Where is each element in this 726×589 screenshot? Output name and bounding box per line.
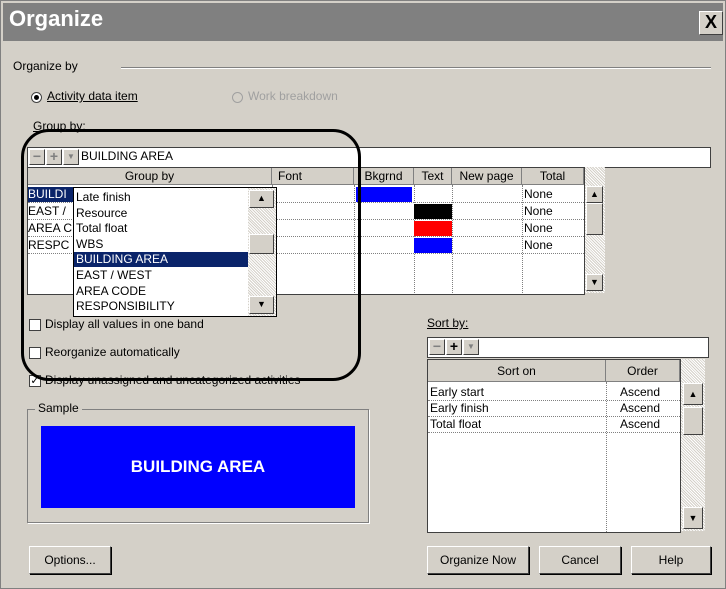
text-header-label: Text [421,169,444,183]
total-cell[interactable]: None [524,187,553,202]
group-grid-scrollbar[interactable]: ▲ ▼ [585,167,605,293]
order-header-label: Order [627,364,658,378]
bkgrnd-header[interactable]: Bkgrnd [354,168,414,185]
activity-data-item-label[interactable]: Activity data item [47,89,138,103]
text-header[interactable]: Text [414,168,452,185]
total-cell[interactable]: None [524,221,553,236]
organize-by-label: Organize by [13,59,78,73]
bkgrnd-header-label: Bkgrnd [364,169,403,183]
total-header[interactable]: Total [522,168,584,185]
organize-dialog: Organize X Organize by Activity data ite… [0,0,726,589]
sort-by-grid: Sort on Order Early start Ascend Early f… [427,359,681,533]
order-cell[interactable]: Ascend [620,417,660,432]
grid-divider [606,382,607,532]
work-breakdown-radio[interactable] [232,92,243,103]
text-color-swatch[interactable] [414,221,452,236]
organize-by-divider [121,67,711,69]
close-button[interactable]: X [699,11,723,35]
sort-on-header[interactable]: Sort on [428,360,606,382]
sort-on-header-label: Sort on [497,364,536,378]
total-cell[interactable]: None [524,238,553,253]
organize-now-label: Organize Now [439,553,517,567]
sort-on-cell[interactable]: Early start [430,385,484,400]
close-icon: X [704,12,717,32]
order-cell[interactable]: Ascend [620,385,660,400]
cancel-button[interactable]: Cancel [539,546,621,574]
scroll-down-icon[interactable]: ▼ [586,274,603,291]
help-button[interactable]: Help [631,546,711,574]
chevron-down-icon[interactable]: ▼ [463,339,479,355]
cancel-label: Cancel [561,553,599,567]
sample-text: BUILDING AREA [130,457,266,476]
sort-by-label: Sort by: [427,316,469,330]
text-color-swatch[interactable] [414,204,452,219]
add-sort-button[interactable]: + [446,339,462,355]
scroll-down-icon[interactable]: ▼ [683,507,703,529]
new-page-header[interactable]: New page [452,168,522,185]
remove-sort-button[interactable]: − [429,339,445,355]
work-breakdown-label[interactable]: Work breakdown [248,89,338,103]
sort-on-cell[interactable]: Early finish [430,401,489,416]
sort-on-cell[interactable]: Total float [430,417,481,432]
dialog-title: Organize [9,6,104,31]
scroll-thumb[interactable] [586,203,603,235]
scroll-up-icon[interactable]: ▲ [683,383,703,405]
options-button[interactable]: Options... [29,546,111,574]
sort-grid-scrollbar[interactable]: ▲ ▼ [681,359,705,531]
text-color-swatch[interactable] [414,238,452,253]
options-button-label: Options... [44,553,96,567]
help-label: Help [658,553,684,567]
order-cell[interactable]: Ascend [620,401,660,416]
title-bar[interactable]: Organize X [3,3,723,41]
activity-data-item-radio[interactable] [31,92,42,103]
organize-now-button[interactable]: Organize Now [427,546,529,574]
sample-label: Sample [35,401,82,415]
total-header-label: Total [539,169,566,183]
bkgrnd-swatch[interactable] [356,187,412,202]
order-header[interactable]: Order [606,360,680,382]
total-cell[interactable]: None [524,204,553,219]
highlight-annotation [21,129,361,381]
scroll-thumb[interactable] [683,407,703,435]
scroll-up-icon[interactable]: ▲ [586,186,603,203]
grid-row-line [428,432,680,433]
new-page-header-label: New page [459,169,514,183]
sample-preview: BUILDING AREA [41,426,355,508]
